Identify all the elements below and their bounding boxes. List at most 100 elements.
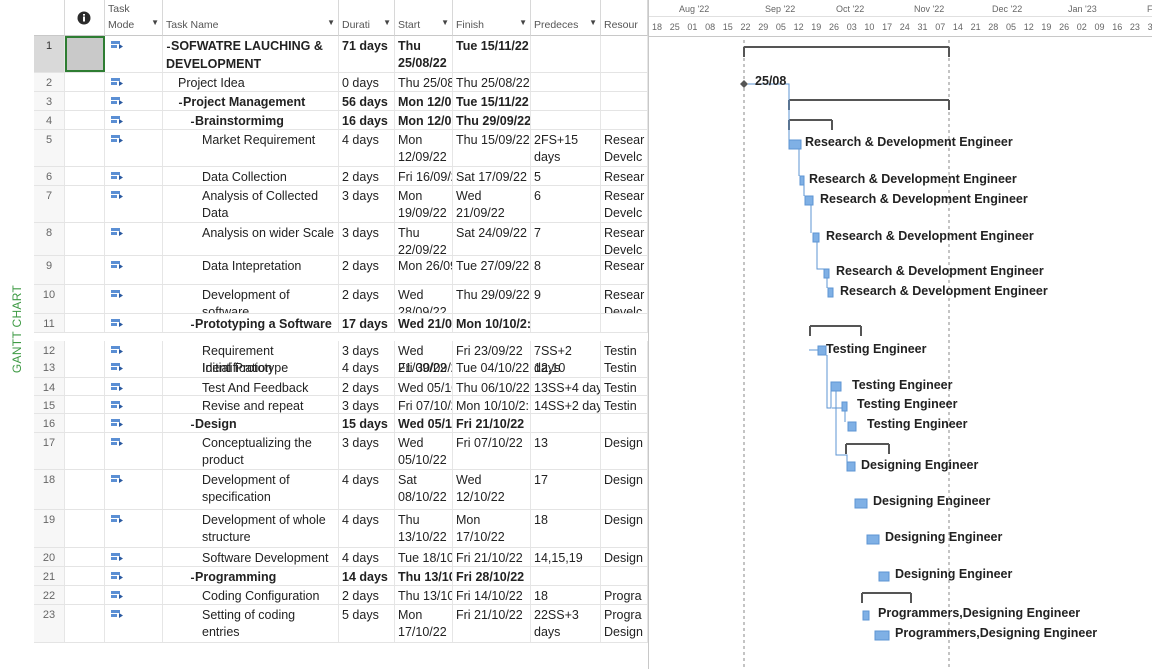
resources-cell[interactable]: Testin [601,358,648,377]
resources-cell[interactable] [601,36,648,72]
task-name-cell[interactable]: ⁃Prototyping a Software [163,314,339,332]
start-cell[interactable]: Tue 18/10/2 [395,548,453,566]
finish-cell[interactable]: Fri 21/10/22 [453,548,531,566]
finish-cell[interactable]: Mon 17/10/22 [453,510,531,547]
task-mode-cell[interactable] [105,548,163,566]
duration-cell[interactable]: 0 days [339,73,395,91]
task-mode-header[interactable]: Task Mode ▼ [105,0,163,36]
indicator-cell[interactable] [65,92,105,110]
start-cell[interactable]: Mon 12/09, [395,111,453,129]
duration-cell[interactable]: 2 days [339,378,395,395]
start-cell[interactable]: Mon 26/09/ [395,256,453,284]
predecessors-cell[interactable]: 5 [531,167,601,185]
start-cell[interactable]: Thu 22/09/22 [395,223,453,255]
task-mode-cell[interactable] [105,223,163,255]
task-row[interactable]: 20 Software Development 4 days Tue 18/10/2F… [34,548,648,567]
task-name-cell[interactable]: ⁃Brainstormimg [163,111,339,129]
row-number[interactable]: 8 [34,223,65,255]
start-cell[interactable]: Mon 12/09/22 [395,130,453,166]
predecessors-cell[interactable]: 7 [531,223,601,255]
indicator-cell[interactable] [65,470,105,509]
finish-cell[interactable]: Fri 21/10/22 [453,414,531,432]
task-row[interactable]: 13 Initial Prototype 4 days Fri 30/09/2: Tue… [34,358,648,378]
duration-cell[interactable]: 4 days [339,470,395,509]
task-name-cell[interactable]: ⁃Design [163,414,339,432]
finish-cell[interactable]: Sat 17/09/22 [453,167,531,185]
predecessors-cell[interactable]: 22SS+3 days [531,605,601,642]
predecessors-cell[interactable]: 6 [531,186,601,222]
indicator-cell[interactable] [65,256,105,284]
resources-cell[interactable] [601,314,648,332]
finish-cell[interactable]: Tue 15/11/22 [453,36,531,72]
predecessors-cell[interactable] [531,92,601,110]
row-number[interactable]: 22 [34,586,65,604]
task-mode-cell[interactable] [105,186,163,222]
start-cell[interactable]: Thu 13/10/22 [395,510,453,547]
task-row[interactable]: 21 ⁃Programming14 days Thu 13/10/. Fri 28/1… [34,567,648,586]
predecessors-cell[interactable]: 12,10 [531,358,601,377]
indicator-cell[interactable] [65,36,105,72]
row-number[interactable]: 3 [34,92,65,110]
resources-cell[interactable] [601,414,648,432]
finish-cell[interactable]: Tue 15/11/22 [453,92,531,110]
duration-cell[interactable]: 15 days [339,414,395,432]
task-row[interactable]: 14 Test And Feedback 2 days Wed 05/10/Thu 0… [34,378,648,396]
predecessors-cell[interactable]: 13SS+4 day [531,378,601,395]
finish-cell[interactable]: Wed 21/09/22 [453,186,531,222]
predecessors-cell[interactable]: 18 [531,586,601,604]
task-name-cell[interactable]: Coding Configuration [163,586,339,604]
task-row[interactable]: 1 ⁃SOFWATRE LAUCHING & DEVELOPMENT 71 days T… [34,36,648,73]
task-name-cell[interactable]: Development of specification [163,470,339,509]
task-name-cell[interactable]: Setting of coding entries [163,605,339,642]
row-number[interactable]: 9 [34,256,65,284]
finish-cell[interactable]: Thu 25/08/22 [453,73,531,91]
predecessors-cell[interactable] [531,111,601,129]
start-cell[interactable]: Mon 19/09/22 [395,186,453,222]
duration-cell[interactable]: 2 days [339,167,395,185]
finish-cell[interactable]: Sat 24/09/22 [453,223,531,255]
resources-cell[interactable]: Resear [601,167,648,185]
resources-header[interactable]: Resour [601,0,648,36]
row-number[interactable]: 19 [34,510,65,547]
finish-cell[interactable]: Fri 28/10/22 [453,567,531,585]
finish-cell[interactable]: Fri 14/10/22 [453,586,531,604]
resources-cell[interactable]: Design [601,548,648,566]
indicator-cell[interactable] [65,586,105,604]
indicator-cell[interactable] [65,548,105,566]
task-mode-cell[interactable] [105,378,163,395]
duration-cell[interactable]: 3 days [339,223,395,255]
resources-cell[interactable] [601,111,648,129]
task-row[interactable]: 22 Coding Configuration 2 days Thu 13/10/2F… [34,586,648,605]
task-row[interactable]: 4 ⁃Brainstormimg16 days Mon 12/09, Thu 29/0… [34,111,648,130]
start-header[interactable]: Start ▼ [395,0,453,36]
indicator-cell[interactable] [65,73,105,91]
finish-cell[interactable]: Mon 10/10/2: [453,396,531,413]
duration-cell[interactable]: 4 days [339,130,395,166]
predecessors-cell[interactable]: 18 [531,510,601,547]
resources-cell[interactable]: Resear Develc [601,285,648,313]
duration-cell[interactable]: 14 days [339,567,395,585]
indicators-header[interactable] [65,0,105,36]
task-mode-cell[interactable] [105,510,163,547]
duration-cell[interactable]: 5 days [339,605,395,642]
predecessors-cell[interactable]: 2FS+15 days [531,130,601,166]
task-name-cell[interactable]: Test And Feedback [163,378,339,395]
row-number[interactable]: 17 [34,433,65,469]
task-mode-cell[interactable] [105,167,163,185]
chevron-down-icon[interactable]: ▼ [383,17,391,29]
task-name-cell[interactable]: Market Requirement [163,130,339,166]
task-name-header[interactable]: Task Name ▼ [163,0,339,36]
chevron-down-icon[interactable]: ▼ [589,17,597,29]
finish-cell[interactable]: Thu 29/09/22 [453,111,531,129]
indicator-cell[interactable] [65,396,105,413]
predecessors-header[interactable]: Predeces ▼ [531,0,601,36]
task-mode-cell[interactable] [105,130,163,166]
task-row[interactable]: 7 Analysis of Collected Data 3 days Mon 19/09… [34,186,648,223]
predecessors-cell[interactable]: 14SS+2 day [531,396,601,413]
start-cell[interactable]: Thu 25/08/22 [395,36,453,72]
start-cell[interactable]: Wed 05/10/22 [395,433,453,469]
task-mode-cell[interactable] [105,358,163,377]
task-row[interactable]: 6 Data Collection 2 days Fri 16/09/2: Sat 17… [34,167,648,186]
task-name-cell[interactable]: Analysis on wider Scale [163,223,339,255]
start-cell[interactable]: Thu 13/10/. [395,567,453,585]
